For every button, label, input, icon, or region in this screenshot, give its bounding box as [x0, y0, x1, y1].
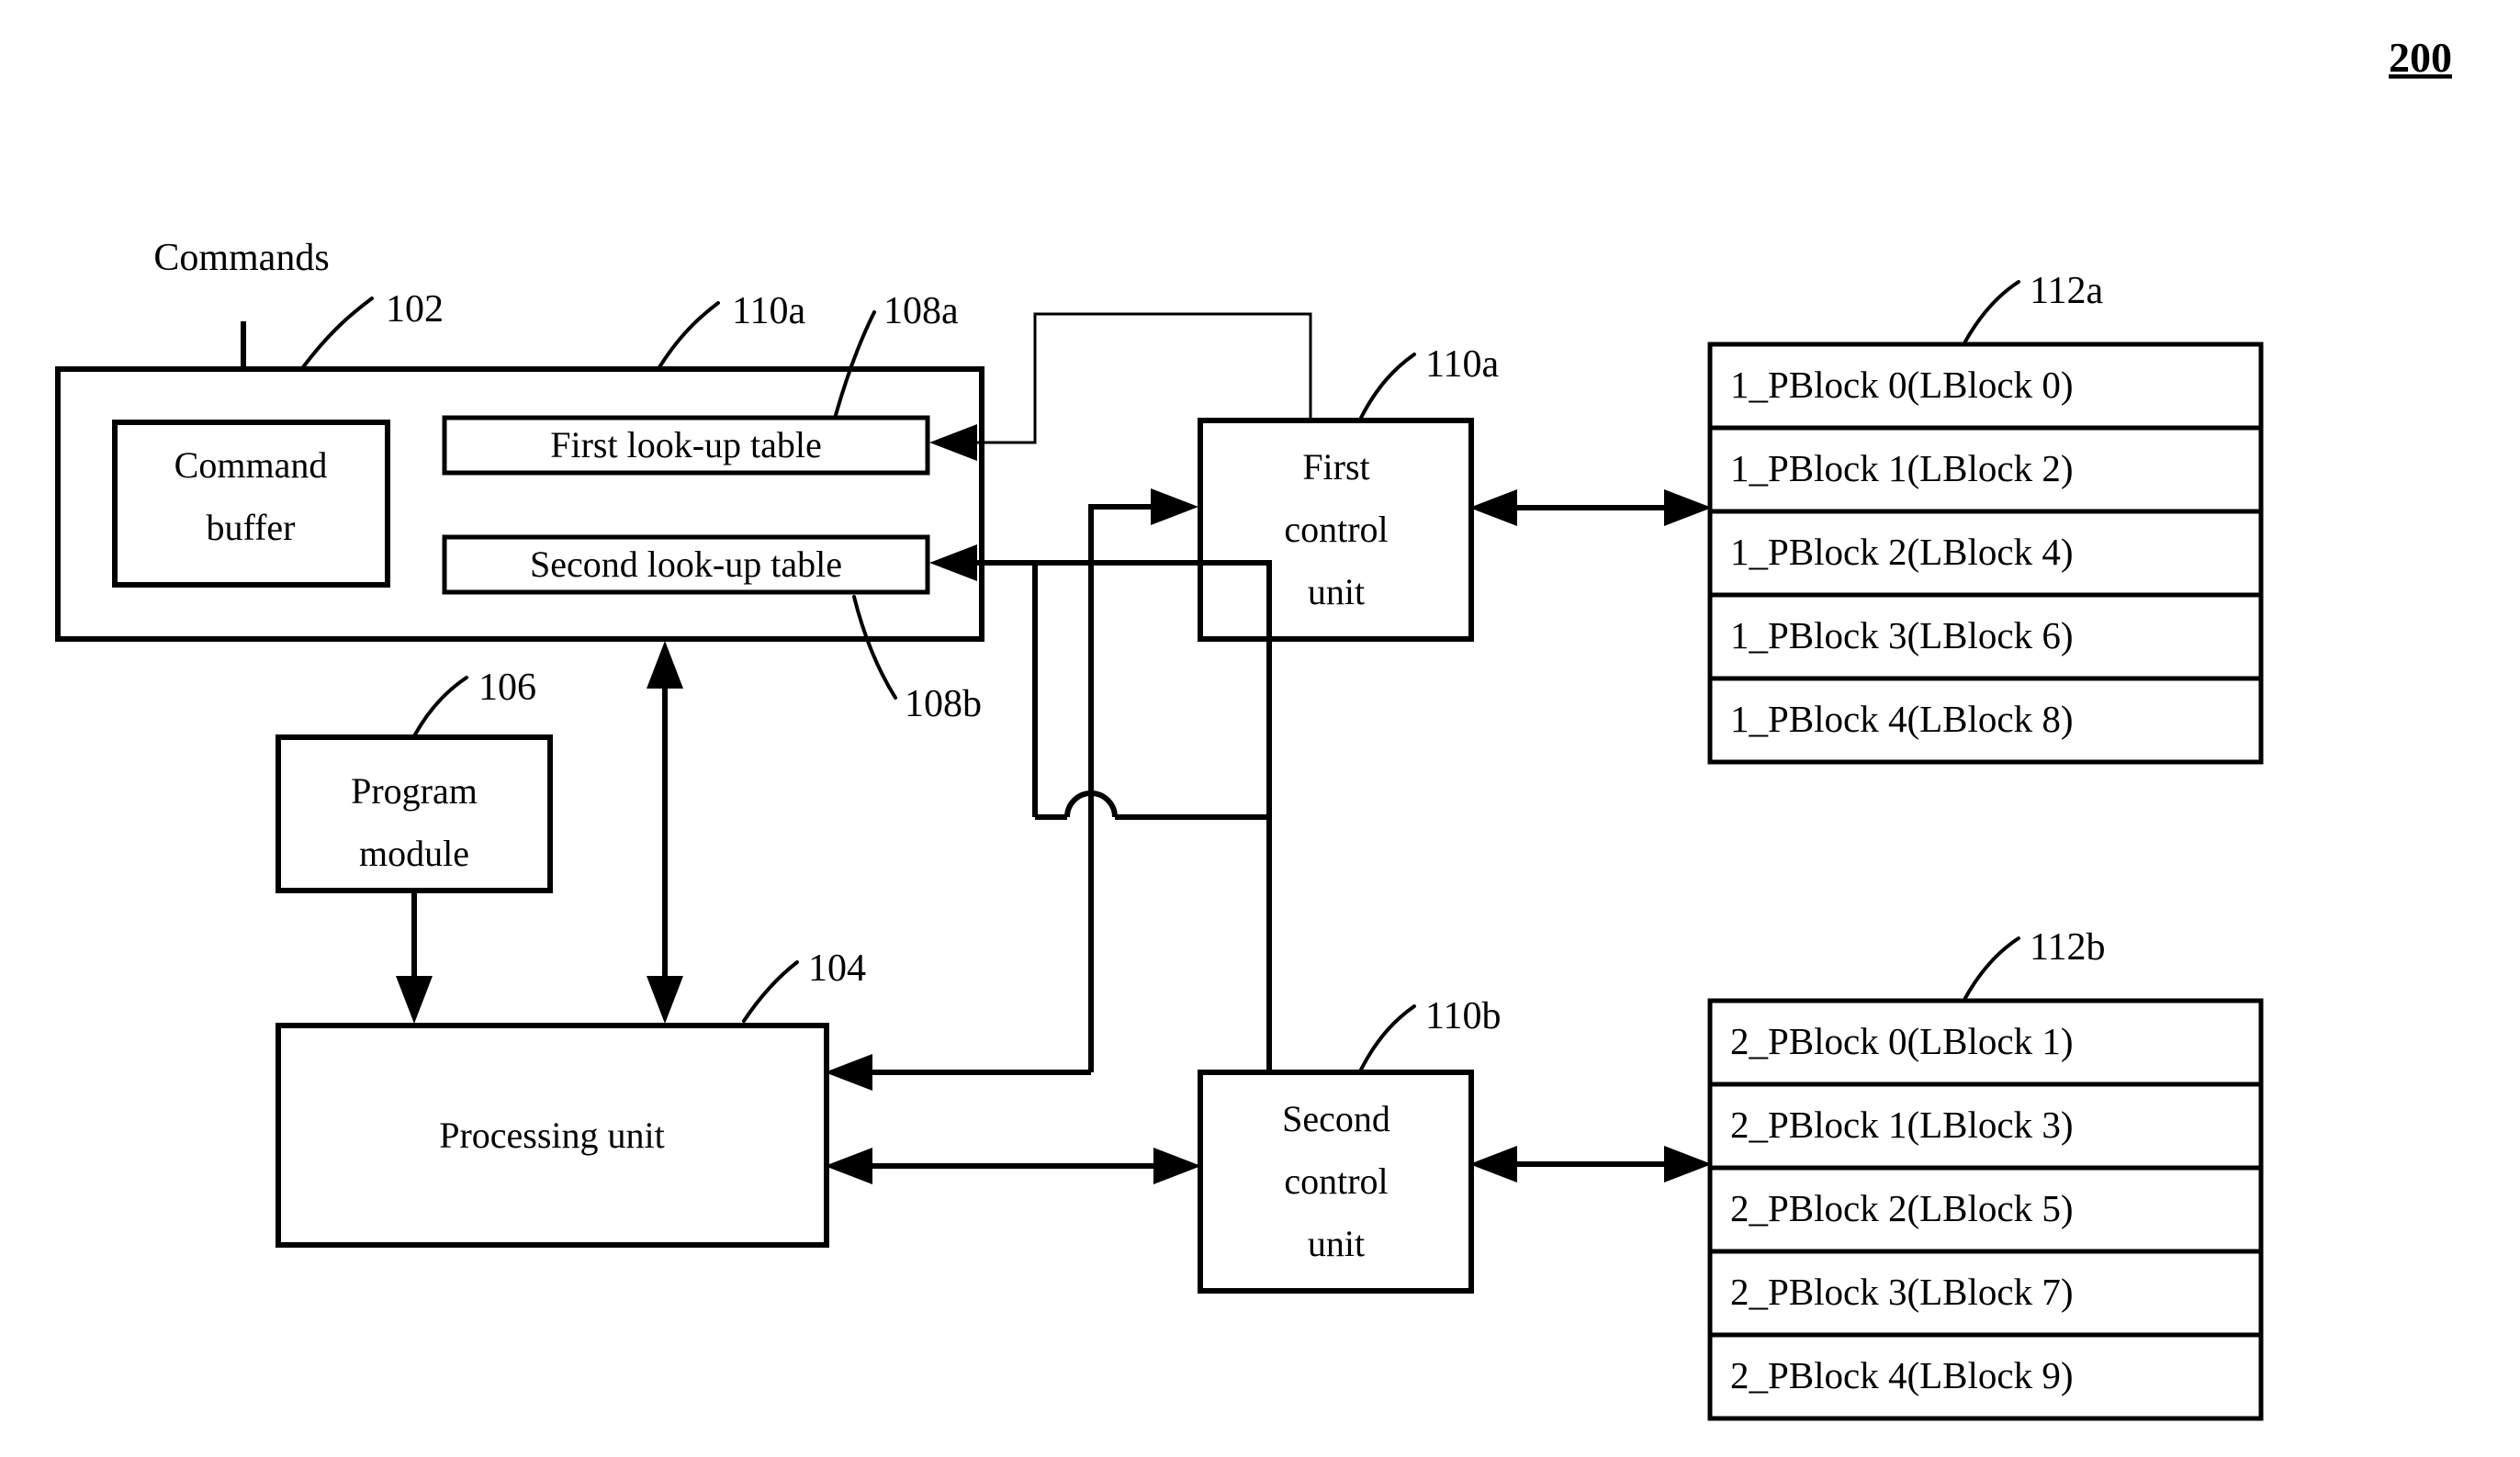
- pblock-table-b: 2_PBlock 0(LBlock 1) 2_PBlock 1(LBlock 3…: [1707, 998, 2264, 1421]
- second-control-right-arrowhead-icon: [1469, 1146, 1517, 1182]
- second-lookup-table-label: Second look-up table: [530, 544, 842, 585]
- program-module-label-line1: Program: [351, 770, 478, 812]
- pblock-b-row-2-label: 2_PBlock 2(LBlock 5): [1730, 1187, 2074, 1229]
- processing-unit-upper-arrowhead-icon: [825, 1054, 872, 1091]
- second-control-unit-label-line1: Second: [1282, 1098, 1390, 1139]
- pblock-b-row-3-label: 2_PBlock 3(LBlock 7): [1730, 1271, 2074, 1313]
- pblock-table-a: 1_PBlock 0(LBlock 0) 1_PBlock 1(LBlock 2…: [1707, 342, 2264, 765]
- first-control-left-arrowhead-icon: [1151, 488, 1198, 525]
- pblock-b-row-4-label: 2_PBlock 4(LBlock 9): [1730, 1354, 2074, 1396]
- leader-110b: [1359, 1004, 1416, 1071]
- ref-112b: 112b: [2030, 926, 2105, 969]
- pblock-a-row-4-label: 1_PBlock 4(LBlock 8): [1730, 698, 2074, 740]
- ref-108b: 108b: [905, 683, 982, 725]
- leader-112b: [1963, 936, 2020, 1000]
- ref-110a-lookup-group: 110a: [732, 290, 805, 332]
- ref-112a: 112a: [2030, 270, 2103, 312]
- first-control-unit-label-line3: unit: [1308, 571, 1365, 612]
- figure-number: 200: [2389, 34, 2452, 81]
- pblock-a-row-3-label: 1_PBlock 3(LBlock 6): [1730, 614, 2074, 656]
- pblockb-left-arrowhead-icon: [1664, 1146, 1712, 1182]
- pblock-a-row-2-label: 1_PBlock 2(LBlock 4): [1730, 531, 2074, 573]
- leader-106: [413, 676, 468, 736]
- first-lookup-table-label: First look-up table: [550, 424, 822, 465]
- trunk-to-first-control-route: [1088, 504, 1153, 1072]
- leader-110a-first-control: [1359, 353, 1416, 420]
- leader-110a-lookup-group: [658, 301, 720, 369]
- second-control-unit-label-line3: unit: [1308, 1223, 1365, 1264]
- ref-104: 104: [808, 947, 866, 990]
- second-control-left-arrowhead-icon: [1153, 1148, 1201, 1184]
- pblocka-left-arrowhead-icon: [1664, 489, 1712, 526]
- processing-unit-label: Processing unit: [439, 1115, 665, 1156]
- ref-110a-first-control: 110a: [1425, 343, 1499, 386]
- command-buffer-label-line1: Command: [174, 444, 328, 486]
- block-diagram-canvas: 200 Commands 102 Command buffer First lo…: [55, 34, 2452, 1421]
- pblock-b-row-0-label: 2_PBlock 0(LBlock 1): [1730, 1020, 2074, 1062]
- leader-112a: [1963, 280, 2020, 343]
- leader-104: [742, 960, 799, 1023]
- block102-processing-arrowhead-down-icon: [647, 976, 683, 1024]
- leader-102: [301, 297, 374, 369]
- ref-110b: 110b: [1425, 995, 1501, 1037]
- block102-processing-arrowhead-up-icon: [647, 641, 683, 689]
- second-control-unit-label-line2: control: [1284, 1160, 1388, 1202]
- command-buffer-label-line2: buffer: [207, 507, 296, 548]
- first-control-unit-label-line1: First: [1302, 446, 1369, 488]
- pblock-b-row-1-label: 2_PBlock 1(LBlock 3): [1730, 1104, 2074, 1146]
- patent-figure-200: 200 Commands 102 Command buffer First lo…: [0, 0, 2520, 1457]
- first-control-unit-label-line2: control: [1284, 509, 1388, 550]
- program-to-processing-arrowhead-icon: [396, 976, 433, 1024]
- commands-label: Commands: [153, 237, 329, 279]
- ref-102: 102: [386, 288, 444, 331]
- pblock-a-row-1-label: 1_PBlock 1(LBlock 2): [1730, 447, 2074, 489]
- ref-106: 106: [478, 667, 536, 709]
- first-control-right-arrowhead-icon: [1469, 489, 1517, 526]
- pblock-a-row-0-label: 1_PBlock 0(LBlock 0): [1730, 364, 2074, 406]
- program-module-label-line2: module: [359, 833, 469, 874]
- processing-left-arrowhead-icon: [825, 1148, 872, 1184]
- ref-108a: 108a: [883, 290, 959, 332]
